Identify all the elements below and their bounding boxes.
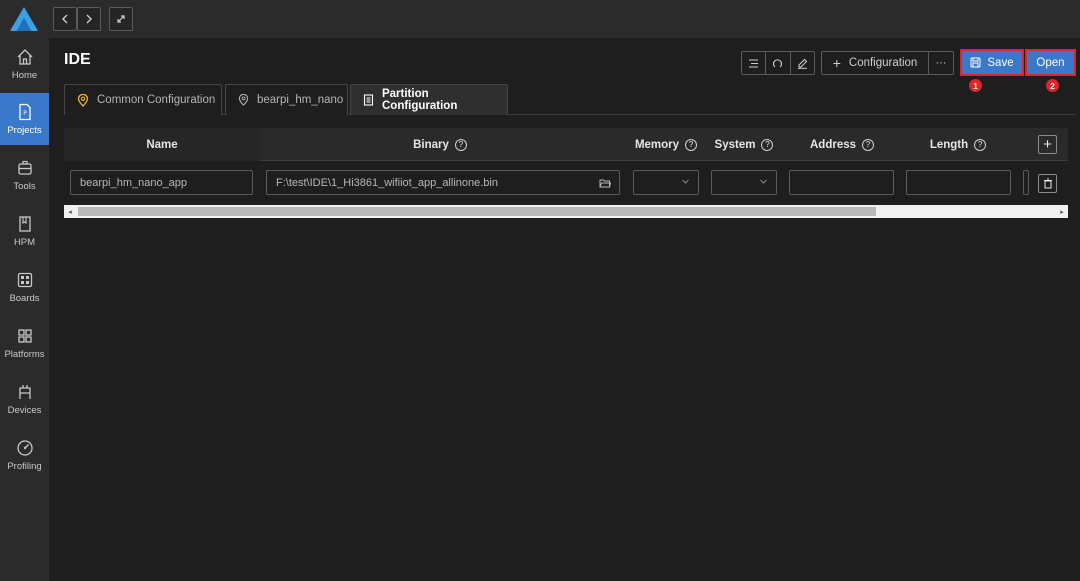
chevron-down-icon	[760, 179, 767, 184]
grid-icon	[16, 327, 34, 345]
sidebar-item-tools[interactable]: Tools	[0, 149, 49, 201]
sidebar-item-label: Home	[11, 69, 38, 81]
add-row-button[interactable]: +	[1038, 135, 1057, 154]
add-configuration-button[interactable]: + Configuration	[821, 51, 929, 75]
pencil-icon	[797, 58, 808, 69]
sidebar-item-projects[interactable]: P Projects	[0, 93, 49, 145]
top-bar	[0, 0, 1080, 38]
toolbox-icon	[16, 159, 34, 177]
app-logo-icon	[8, 5, 40, 33]
scroll-left-icon[interactable]: ◂	[64, 205, 76, 218]
book-icon	[16, 215, 34, 233]
sidebar-item-label: Boards	[9, 292, 40, 304]
sidebar-item-label: Projects	[7, 124, 42, 136]
fullscreen-button[interactable]	[109, 7, 133, 31]
sidebar-item-devices[interactable]: Devices	[0, 373, 49, 425]
sidebar: Home P Projects Tools HPM Boards Platfor…	[0, 38, 49, 581]
column-header-name: Name	[64, 128, 260, 161]
sidebar-item-label: Devices	[7, 404, 42, 416]
sidebar-item-hpm[interactable]: HPM	[0, 205, 49, 257]
ellipsis-icon: ···	[935, 57, 947, 69]
help-icon[interactable]: ?	[685, 138, 698, 151]
binary-path-field[interactable]: F:\test\IDE\1_Hi3861_wifiiot_app_allinon…	[266, 170, 620, 195]
location-pin-icon	[238, 94, 249, 106]
tab-bearpi-hm-nano[interactable]: bearpi_hm_nano	[225, 84, 348, 115]
sidebar-item-label: Platforms	[4, 348, 45, 360]
column-header-memory: Memory ?	[627, 128, 705, 161]
save-button[interactable]: Save	[960, 49, 1024, 76]
chevron-right-icon	[86, 14, 92, 24]
trash-icon	[1043, 178, 1052, 189]
sidebar-item-profiling[interactable]: Profiling	[0, 429, 49, 481]
project-file-icon: P	[16, 103, 34, 121]
scrollbar-thumb[interactable]	[78, 207, 876, 216]
svg-text:P: P	[23, 110, 27, 117]
sidebar-item-home[interactable]: Home	[0, 38, 49, 90]
column-header-binary: Binary ?	[260, 128, 620, 161]
gauge-icon	[16, 439, 34, 457]
tab-label: Common Configuration	[97, 94, 216, 106]
column-header-system: System ?	[705, 128, 783, 161]
chevron-down-icon	[682, 179, 689, 184]
column-header-length: Length ?	[900, 128, 1016, 161]
plus-icon: +	[832, 55, 841, 71]
open-button[interactable]: Open	[1025, 49, 1076, 76]
forward-button[interactable]	[77, 7, 101, 31]
more-options-button[interactable]: ···	[929, 51, 954, 75]
truncated-field[interactable]	[1023, 170, 1029, 195]
tab-partition-configuration[interactable]: Partition Configuration	[350, 84, 508, 115]
memory-select[interactable]	[633, 170, 699, 195]
configuration-label: Configuration	[848, 57, 918, 69]
folder-open-icon[interactable]	[599, 177, 611, 189]
help-icon[interactable]: ?	[862, 138, 875, 151]
length-field[interactable]	[906, 170, 1011, 195]
delete-row-button[interactable]	[1038, 174, 1057, 193]
column-header-address: Address ?	[784, 128, 900, 161]
partition-table: Name Binary ? Memory ? System ? Address …	[64, 128, 1068, 218]
step-marker-1: 1	[969, 79, 982, 92]
help-icon[interactable]: ?	[454, 138, 467, 151]
tab-label: bearpi_hm_nano	[257, 94, 344, 106]
list-icon	[749, 59, 759, 67]
scroll-right-icon[interactable]: ▸	[1056, 205, 1068, 218]
location-pin-icon	[77, 93, 89, 107]
help-icon[interactable]: ?	[974, 138, 987, 151]
list-view-button[interactable]	[742, 52, 767, 74]
sidebar-item-label: HPM	[13, 236, 36, 248]
sidebar-item-platforms[interactable]: Platforms	[0, 317, 49, 369]
save-disk-icon	[970, 57, 981, 68]
home-icon	[16, 48, 34, 66]
document-icon	[363, 94, 374, 106]
horizontal-scrollbar[interactable]: ◂ ▸	[64, 205, 1068, 218]
back-button[interactable]	[53, 7, 77, 31]
table-header: Name Binary ? Memory ? System ? Address …	[64, 128, 1068, 161]
page-title: IDE	[64, 51, 91, 68]
table-row: bearpi_hm_nano_app F:\test\IDE\1_Hi3861_…	[64, 162, 1068, 205]
name-field[interactable]: bearpi_hm_nano_app	[70, 170, 253, 195]
step-marker-2: 2	[1046, 79, 1059, 92]
sidebar-item-label: Profiling	[7, 460, 42, 472]
address-field[interactable]	[789, 170, 894, 195]
plus-icon: +	[1043, 136, 1052, 153]
help-icon[interactable]: ?	[761, 138, 774, 151]
chevron-left-icon	[62, 14, 68, 24]
expand-icon	[117, 15, 125, 23]
sidebar-item-label: Tools	[13, 180, 36, 192]
sidebar-item-boards[interactable]: Boards	[0, 261, 49, 313]
tab-label: Partition Configuration	[381, 88, 458, 112]
device-icon	[16, 383, 34, 401]
toolbar-icon-group	[741, 51, 815, 75]
save-label: Save	[987, 56, 1014, 69]
system-select[interactable]	[711, 170, 777, 195]
refresh-icon	[773, 58, 783, 67]
board-icon	[16, 271, 34, 289]
edit-button[interactable]	[791, 52, 814, 74]
refresh-button[interactable]	[766, 52, 791, 74]
tab-common-configuration[interactable]: Common Configuration	[64, 84, 222, 115]
open-label: Open	[1036, 56, 1065, 69]
